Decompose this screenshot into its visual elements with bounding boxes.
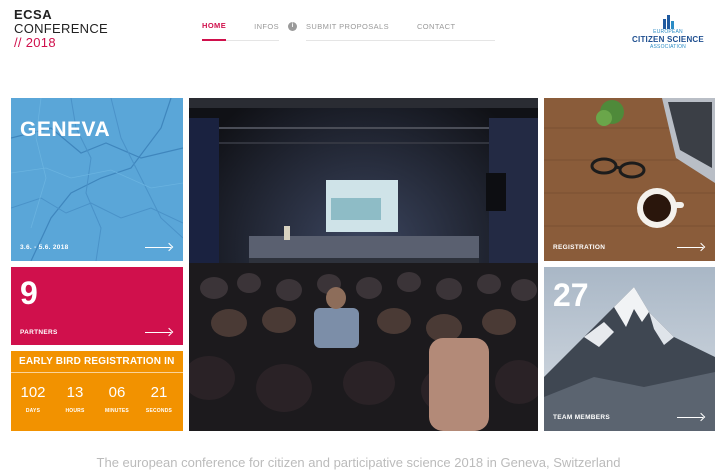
conference-tagline: The european conference for citizen and …	[96, 455, 621, 470]
nav-contact[interactable]: CONTACT	[416, 22, 456, 41]
team-tile[interactable]: 27 TEAM MEMBERS	[544, 267, 715, 431]
logo-line-ecsa: ECSA	[14, 7, 53, 22]
main-nav: HOME INFOS i SUBMIT PROPOSALS CONTACT	[202, 21, 496, 41]
team-count: 27	[553, 277, 589, 313]
ecsa-mark-icon	[626, 15, 710, 29]
geneva-dates: 3.6. - 5.6. 2018	[20, 244, 69, 251]
ecsa-logo[interactable]: EUROPEAN CITIZEN SCIENCE ASSOCIATION	[626, 15, 710, 50]
geneva-tile[interactable]: GENEVA 3.6. - 5.6. 2018	[11, 98, 183, 261]
countdown-hours-unit: HOURS	[65, 408, 85, 414]
countdown-days: 102 DAYS	[15, 384, 51, 414]
countdown-seconds-value: 21	[150, 384, 168, 401]
registration-label: REGISTRATION	[553, 244, 606, 251]
desk-image	[544, 98, 715, 261]
geneva-title: GENEVA	[20, 118, 111, 141]
nav-infos[interactable]: INFOS	[254, 22, 280, 41]
countdown-days-value: 102	[20, 384, 46, 401]
arrow-right-icon	[145, 328, 173, 337]
countdown-minutes-unit: MINUTES	[105, 408, 129, 414]
conference-hall-image	[189, 98, 538, 431]
registration-tile[interactable]: REGISTRATION	[544, 98, 715, 261]
early-bird-tile[interactable]: EARLY BIRD REGISTRATION IN 102 DAYS 13 H…	[11, 351, 183, 431]
ecsa-logo-line2: CITIZEN SCIENCE	[632, 35, 704, 44]
nav-submit-proposals[interactable]: SUBMIT PROPOSALS	[306, 22, 389, 41]
arrow-right-icon	[677, 413, 705, 422]
ecsa-logo-line3: ASSOCIATION	[649, 44, 686, 50]
countdown-minutes: 06 MINUTES	[99, 384, 135, 414]
countdown-hours-value: 13	[66, 384, 84, 401]
countdown-seconds: 21 SECONDS	[141, 384, 177, 414]
arrow-right-icon	[145, 243, 173, 252]
countdown-hours: 13 HOURS	[57, 384, 93, 414]
countdown-seconds-unit: SECONDS	[145, 408, 173, 414]
partners-count: 9	[20, 275, 38, 311]
nav-home[interactable]: HOME	[202, 21, 227, 41]
info-icon: i	[288, 22, 298, 31]
partners-label: PARTNERS	[20, 329, 58, 336]
early-bird-heading: EARLY BIRD REGISTRATION IN	[19, 356, 175, 367]
partners-tile[interactable]: 9 PARTNERS	[11, 267, 183, 345]
conference-logo[interactable]: ECSA CONFERENCE // 2018	[14, 8, 108, 50]
team-label: TEAM MEMBERS	[553, 414, 611, 421]
arrow-right-icon	[677, 243, 705, 252]
logo-line-year: // 2018	[14, 35, 56, 50]
logo-line-conference: CONFERENCE	[14, 21, 109, 36]
countdown-minutes-value: 06	[108, 384, 126, 401]
countdown-days-unit: DAYS	[25, 408, 41, 414]
